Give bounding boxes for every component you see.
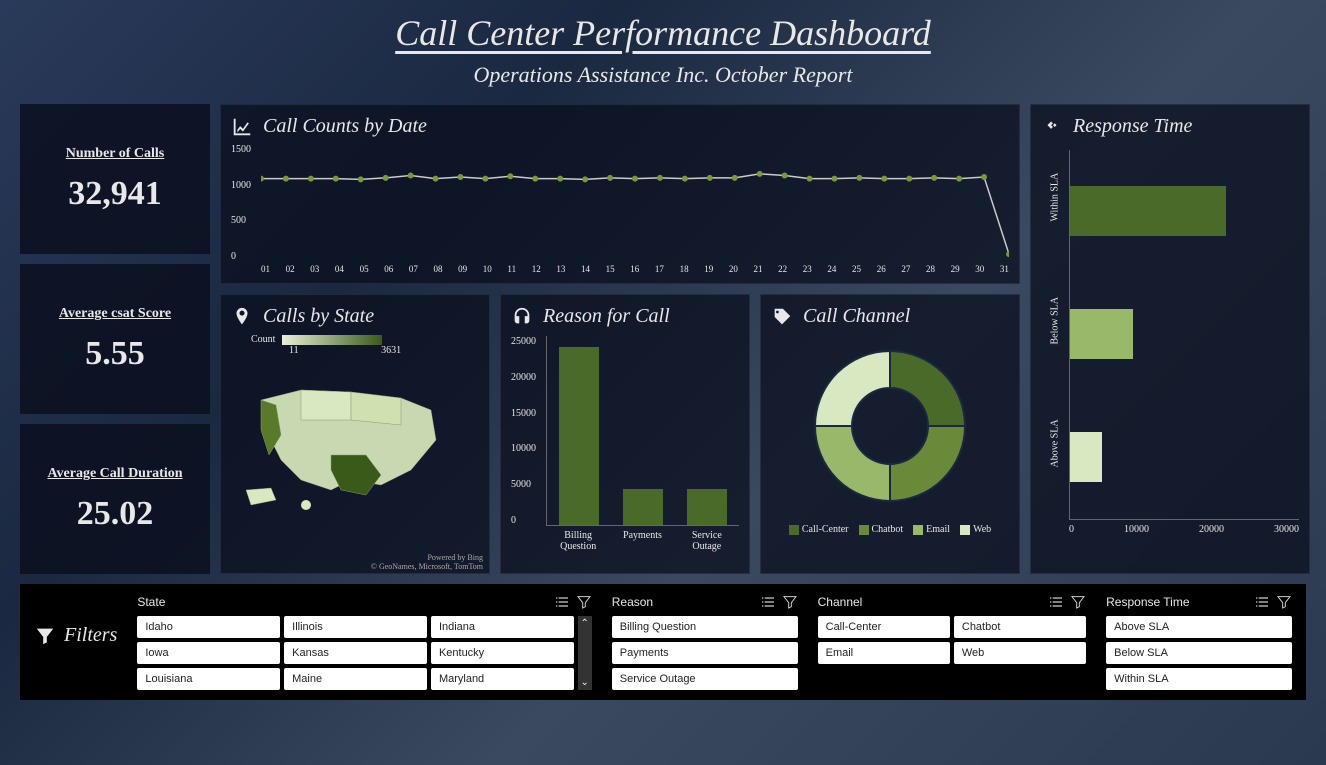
filter-chip[interactable]: Web [954,642,1086,664]
filter-chip[interactable]: Email [818,642,950,664]
scroll-up-icon[interactable]: ⌃ [581,618,589,629]
kpi-value: 32,941 [30,175,200,213]
bar[interactable] [1070,186,1226,236]
filter-label: Reason [612,595,653,609]
filter-chip[interactable]: Iowa [137,642,280,664]
chart-title: Response Time [1073,115,1192,138]
line-chart-area[interactable]: 050010001500 [261,144,1009,262]
kpi-call-duration: Average Call Duration 25.02 [20,424,210,574]
filter-group-reason: Reason Billing Question Payments Service O… [612,594,798,690]
bar[interactable] [687,489,727,525]
kpi-column: Number of Calls 32,941 Average csat Scor… [20,104,210,574]
filter-group-response: Response Time Above SLA Below SLA Within S… [1106,594,1292,690]
filter-chip[interactable]: Above SLA [1106,616,1292,638]
donut-chart[interactable] [771,336,1009,516]
filter-chip[interactable]: Below SLA [1106,642,1292,664]
chart-title: Calls by State [263,305,374,328]
handshake-icon [1041,116,1063,138]
bar[interactable] [559,347,599,525]
filter-chip[interactable]: Maine [284,668,427,690]
axis-label: Within SLA [1050,208,1061,222]
kpi-label: Average csat Score [30,305,200,323]
axis-label: Below SLA [1050,331,1061,345]
multiselect-icon[interactable] [760,594,776,610]
filter-chip[interactable]: Chatbot [954,616,1086,638]
call-counts-chart-card: Call Counts by Date 050010001500 0102030… [220,104,1020,284]
kpi-csat-score: Average csat Score 5.55 [20,264,210,414]
filter-group-state: State IdahoIllinoisIndiana IowaKansasKent… [137,594,591,690]
filter-chip[interactable]: Call-Center [818,616,950,638]
filters-title: Filters [34,624,117,647]
state-scrollbar[interactable]: ⌃ ⌄ [578,616,592,690]
reason-bar-chart[interactable]: 0500010000150002000025000 [546,336,739,526]
filter-chip[interactable]: Within SLA [1106,668,1292,690]
funnel-icon [34,625,56,647]
scroll-down-icon[interactable]: ⌄ [581,677,589,688]
filter-chip[interactable]: Payments [612,642,798,664]
legend-item: Chatbot [859,524,904,535]
headset-icon [511,306,533,328]
multiselect-icon[interactable] [1048,594,1064,610]
page-title: Call Center Performance Dashboard [0,12,1326,54]
filter-chip[interactable]: Idaho [137,616,280,638]
bar[interactable] [1070,309,1133,359]
filter-chip[interactable]: Kansas [284,642,427,664]
filter-chip[interactable]: Kentucky [431,642,574,664]
filter-group-channel: Channel Call-CenterChatbotEmailWeb [818,594,1087,664]
clear-filter-icon[interactable] [1276,594,1292,610]
axis-label: Above SLA [1050,454,1061,468]
legend-item: Web [960,524,991,535]
bar[interactable] [1070,432,1102,482]
chart-title: Reason for Call [543,305,670,328]
clear-filter-icon[interactable] [576,594,592,610]
dashboard-header: Call Center Performance Dashboard Operat… [0,0,1326,96]
filters-bar: Filters State IdahoIllinoisIndiana IowaKa… [20,584,1306,700]
filter-label: State [137,595,165,609]
line-chart-icon [231,116,253,138]
legend-item: Email [913,524,950,535]
filter-label: Response Time [1106,595,1189,609]
response-time-card: Response Time Within SLABelow SLAAbove S… [1030,104,1310,574]
filter-chip[interactable]: Maryland [431,668,574,690]
tag-icon [771,306,793,328]
map-legend: Count 11 3631 [251,334,479,356]
calls-by-state-card: Calls by State Count 11 3631 Powered by … [220,294,490,574]
multiselect-icon[interactable] [554,594,570,610]
clear-filter-icon[interactable] [782,594,798,610]
page-subtitle: Operations Assistance Inc. October Repor… [0,62,1326,88]
filter-chip[interactable]: Louisiana [137,668,280,690]
kpi-label: Average Call Duration [30,465,200,483]
call-channel-card: Call Channel Call-Center Chatbot Email Web [760,294,1020,574]
donut-legend: Call-Center Chatbot Email Web [771,524,1009,535]
chart-title: Call Channel [803,305,910,328]
filter-chip[interactable]: Indiana [431,616,574,638]
response-bar-chart[interactable]: Within SLABelow SLAAbove SLA [1069,150,1299,520]
pin-icon [231,306,253,328]
filter-chip[interactable]: Service Outage [612,668,798,690]
clear-filter-icon[interactable] [1070,594,1086,610]
filter-chip[interactable]: Illinois [284,616,427,638]
map-attribution: Powered by Bing © GeoNames, Microsoft, T… [371,553,483,571]
kpi-value: 25.02 [30,495,200,533]
kpi-number-of-calls: Number of Calls 32,941 [20,104,210,254]
reason-for-call-card: Reason for Call 050001000015000200002500… [500,294,750,574]
us-map[interactable] [231,360,471,515]
filter-chip[interactable]: Billing Question [612,616,798,638]
legend-item: Call-Center [789,524,849,535]
chart-title: Call Counts by Date [263,115,427,138]
bar[interactable] [623,489,663,525]
filter-label: Channel [818,595,863,609]
multiselect-icon[interactable] [1254,594,1270,610]
kpi-label: Number of Calls [30,145,200,163]
kpi-value: 5.55 [30,335,200,373]
